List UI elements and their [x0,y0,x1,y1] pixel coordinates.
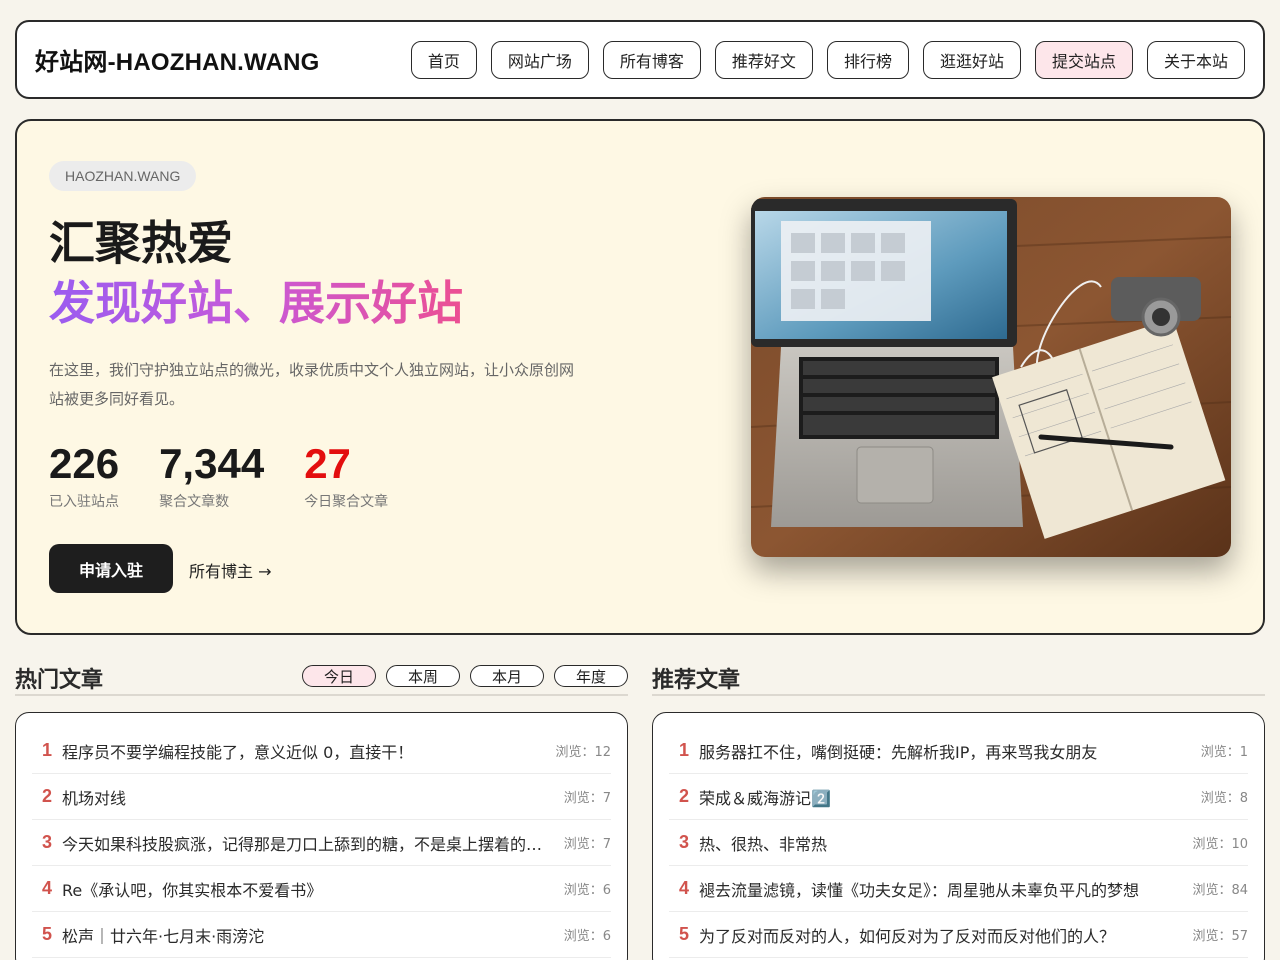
list-item: 3 热、很热、非常热 浏览：10 [669,820,1248,866]
recommended-articles-list: 1 服务器扛不住，嘴倒挺硬：先解析我IP，再来骂我女朋友 浏览：1 2 荣成＆威… [652,712,1265,960]
article-link[interactable]: 荣成＆威海游记2️⃣ [699,785,1201,809]
site-header: 好站网-HAOZHAN.WANG 首页 网站广场 所有博客 推荐好文 排行榜 逛… [15,20,1265,99]
view-count: 浏览：7 [563,791,611,806]
article-link[interactable]: 为了反对而反对的人，如何反对为了反对而反对他们的人？ [699,923,1192,947]
list-item: 2 机场对线 浏览：7 [32,774,611,820]
article-link[interactable]: Re《承认吧，你其实根本不爱看书》 [62,877,564,901]
list-item: 2 荣成＆威海游记2️⃣ 浏览：8 [669,774,1248,820]
article-link[interactable]: 松声｜廿六年·七月末·雨滂沱 [62,923,564,947]
hero-image [751,197,1231,557]
list-item: 5 松声｜廿六年·七月末·雨滂沱 浏览：6 [32,912,611,958]
article-link[interactable]: 今天如果科技股疯涨，记得那是刀口上舔到的糖，不是桌上摆着的宴席 [62,831,564,855]
stat-articles: 7,344 聚合文章数 [159,439,264,511]
nav-submit-site[interactable]: 提交站点 [1034,40,1133,79]
rank-number: 5 [679,924,690,944]
main-nav: 首页 网站广场 所有博客 推荐好文 排行榜 逛逛好站 提交站点 关于本站 [410,40,1245,79]
hot-articles-title: 热门文章 [15,668,104,693]
hero-section: HAOZHAN.WANG 汇聚热爱 发现好站、展示好站 在这里，我们守护独立站点… [15,119,1265,635]
list-item: 1 程序员不要学编程技能了，意义近似 0，直接干！ 浏览：12 [32,728,611,774]
stat-today-value: 27 [304,440,351,487]
view-count: 浏览：12 [555,745,611,760]
nav-site-square[interactable]: 网站广场 [490,40,589,79]
hot-articles-tabs: 今日 本周 本月 年度 [302,665,628,687]
article-link[interactable]: 程序员不要学编程技能了，意义近似 0，直接干！ [62,739,555,763]
recommended-divider [652,694,1265,696]
rank-number: 4 [679,878,690,898]
rank-number: 1 [42,740,53,760]
rank-number: 1 [679,740,690,760]
list-item: 1 服务器扛不住，嘴倒挺硬：先解析我IP，再来骂我女朋友 浏览：1 [669,728,1248,774]
hero-stats: 226 已入驻站点 7,344 聚合文章数 27 今日聚合文章 [49,439,388,511]
article-link[interactable]: 褪去流量滤镜，读懂《功夫女足》：周星驰从未辜负平凡的梦想 [699,877,1192,901]
all-bloggers-link[interactable]: 所有博主 → [189,558,272,582]
nav-all-blogs[interactable]: 所有博客 [602,40,701,79]
list-item: 3 今天如果科技股疯涨，记得那是刀口上舔到的糖，不是桌上摆着的宴席 浏览：7 [32,820,611,866]
stat-today-label: 今日聚合文章 [304,494,389,511]
recommended-articles-title: 推荐文章 [652,668,741,693]
rank-number: 3 [42,832,53,852]
stat-sites-label: 已入驻站点 [49,494,119,511]
hero-title: 汇聚热爱 [49,216,233,270]
rank-number: 2 [679,786,690,806]
stat-articles-label: 聚合文章数 [159,494,230,511]
article-link[interactable]: 热、很热、非常热 [699,831,1192,855]
view-count: 浏览：6 [563,929,611,944]
tab-today[interactable]: 今日 [302,665,376,687]
list-item: 4 Re《承认吧，你其实根本不爱看书》 浏览：6 [32,866,611,912]
tab-week[interactable]: 本周 [386,665,460,687]
nav-leaderboard[interactable]: 排行榜 [826,40,909,79]
view-count: 浏览：84 [1192,883,1248,898]
stat-today: 27 今日聚合文章 [304,439,388,511]
hero-description: 在这里，我们守护独立站点的微光，收录优质中文个人独立网站，让小众原创网站被更多同… [49,361,575,408]
rank-number: 2 [42,786,53,806]
nav-recommended-articles[interactable]: 推荐好文 [714,40,813,79]
tab-year[interactable]: 年度 [554,665,628,687]
site-logo[interactable]: 好站网-HAOZHAN.WANG [35,42,320,77]
rank-number: 5 [42,924,53,944]
view-count: 浏览：6 [563,883,611,898]
view-count: 浏览：8 [1200,791,1248,806]
view-count: 浏览：57 [1192,929,1248,944]
rank-number: 3 [679,832,690,852]
rank-number: 4 [42,878,53,898]
hero-subtitle: 发现好站、展示好站 [49,276,463,330]
stat-sites-value: 226 [49,440,120,487]
hot-articles-list: 1 程序员不要学编程技能了，意义近似 0，直接干！ 浏览：12 2 机场对线 浏… [15,712,628,960]
apply-join-button[interactable]: 申请入驻 [49,544,173,593]
view-count: 浏览：7 [563,837,611,852]
hot-divider [15,694,628,696]
tab-month[interactable]: 本月 [470,665,544,687]
stat-sites: 226 已入驻站点 [49,439,119,511]
list-item: 5 为了反对而反对的人，如何反对为了反对而反对他们的人？ 浏览：57 [669,912,1248,958]
nav-home[interactable]: 首页 [410,40,477,79]
nav-about[interactable]: 关于本站 [1146,40,1245,79]
article-link[interactable]: 服务器扛不住，嘴倒挺硬：先解析我IP，再来骂我女朋友 [699,739,1201,763]
view-count: 浏览：10 [1192,837,1248,852]
article-link[interactable]: 机场对线 [62,785,564,809]
view-count: 浏览：1 [1200,745,1248,760]
stat-articles-value: 7,344 [159,440,265,487]
nav-browse-sites[interactable]: 逛逛好站 [922,40,1021,79]
list-item: 4 褪去流量滤镜，读懂《功夫女足》：周星驰从未辜负平凡的梦想 浏览：84 [669,866,1248,912]
hero-badge: HAOZHAN.WANG [49,161,197,191]
